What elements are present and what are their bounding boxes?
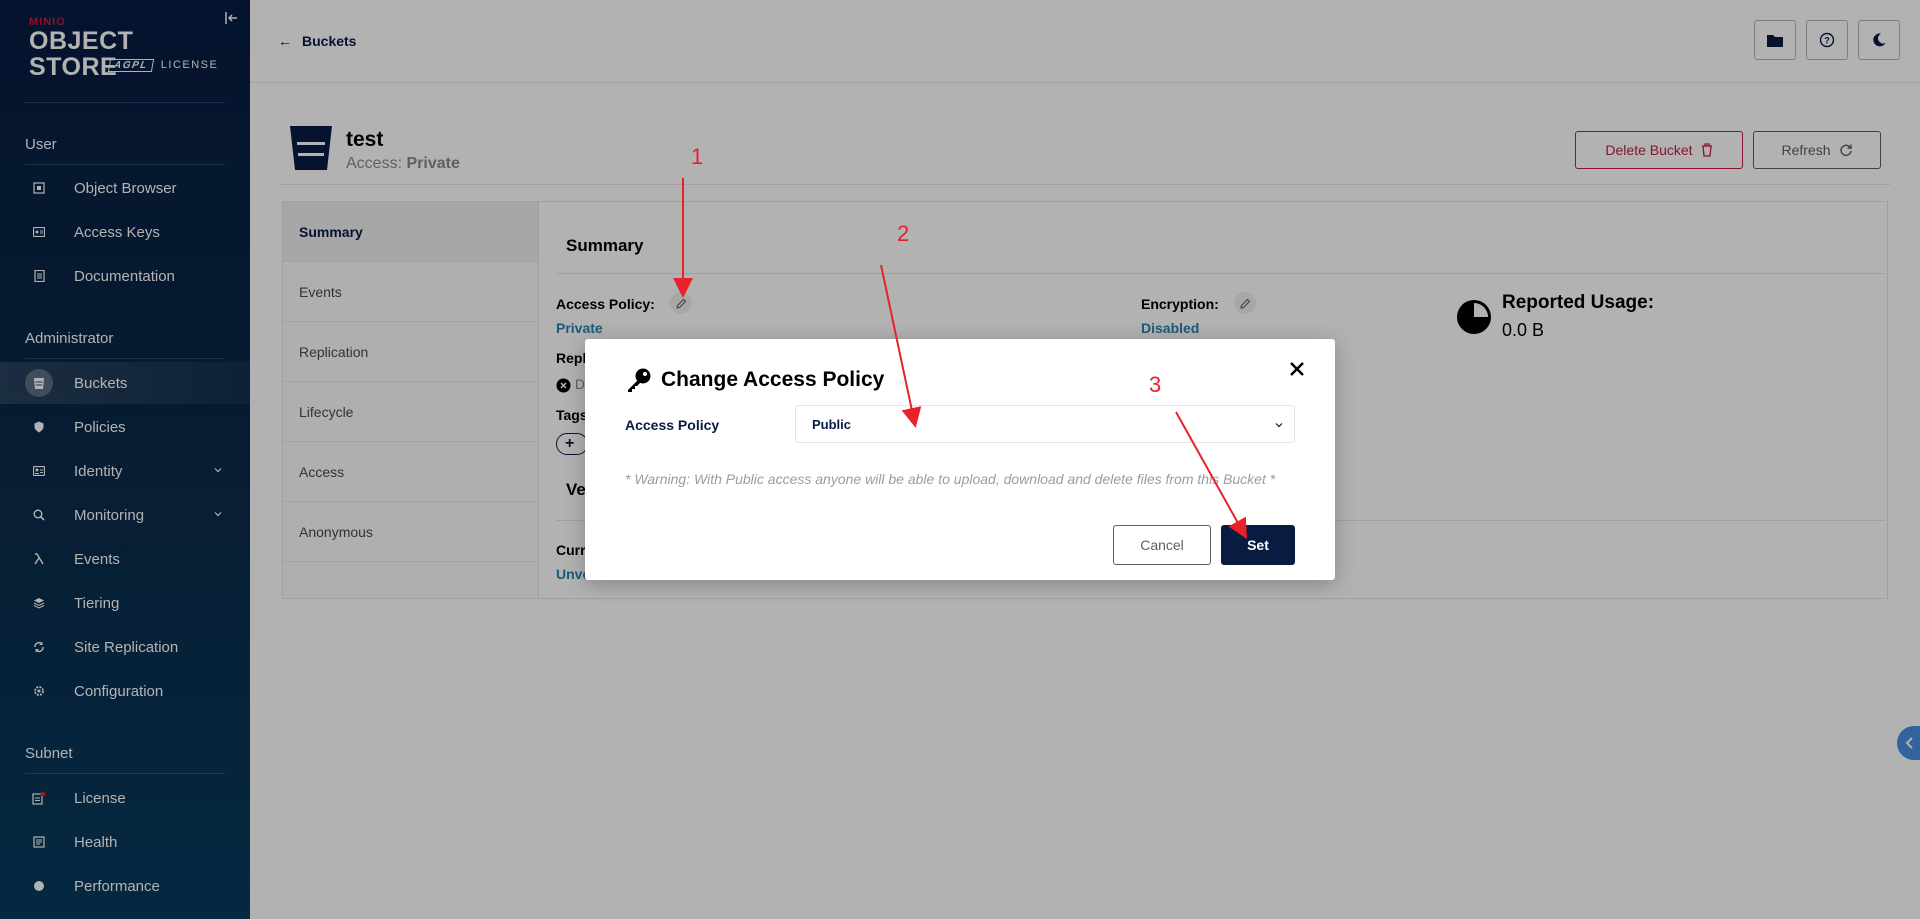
close-dialog-button[interactable] — [1285, 357, 1309, 381]
dialog-title: Change Access Policy — [625, 367, 884, 393]
change-access-policy-dialog: Change Access Policy Access Policy Publi… — [585, 339, 1335, 580]
access-policy-selected: Public — [812, 416, 852, 432]
access-policy-select[interactable]: Public — [795, 405, 1295, 443]
access-policy-field-label: Access Policy — [625, 417, 720, 433]
chevron-down-icon — [1275, 423, 1283, 428]
close-icon — [1290, 362, 1304, 376]
dialog-title-text: Change Access Policy — [661, 368, 885, 391]
set-button[interactable]: Set — [1221, 525, 1295, 565]
key-icon — [628, 368, 651, 392]
public-access-warning: * Warning: With Public access anyone wil… — [625, 471, 1276, 487]
cancel-button[interactable]: Cancel — [1113, 525, 1211, 565]
